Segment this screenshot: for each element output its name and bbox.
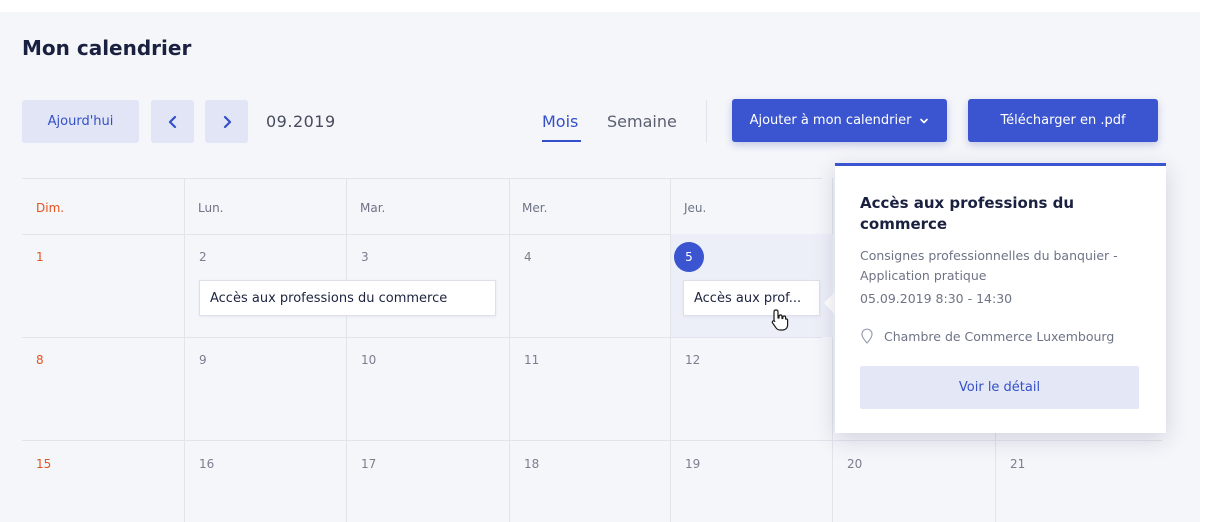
day-number[interactable]: 19 xyxy=(685,457,700,471)
day-number[interactable]: 18 xyxy=(524,457,539,471)
chevron-down-icon xyxy=(920,118,929,123)
day-number[interactable]: 12 xyxy=(685,353,700,367)
event-chip-truncated[interactable]: Accès aux prof... xyxy=(683,280,820,316)
day-number[interactable]: 20 xyxy=(847,457,862,471)
download-pdf-button[interactable]: Télécharger en .pdf xyxy=(968,99,1158,142)
grid-line xyxy=(22,178,822,179)
day-number[interactable]: 8 xyxy=(36,353,44,367)
hand-pointer-icon xyxy=(771,309,789,331)
popover-datetime: 05.09.2019 8:30 - 14:30 xyxy=(860,291,1013,306)
location-pin-icon xyxy=(861,328,873,344)
event-chip[interactable]: Accès aux professions du commerce xyxy=(199,280,496,316)
grid-column-line xyxy=(670,178,671,522)
popover-location: Chambre de Commerce Luxembourg xyxy=(860,328,1114,344)
day-number[interactable]: 21 xyxy=(1010,457,1025,471)
day-number[interactable]: 17 xyxy=(361,457,376,471)
grid-column-line xyxy=(832,178,833,522)
add-to-calendar-label: Ajouter à mon calendrier xyxy=(749,113,912,128)
add-to-calendar-button[interactable]: Ajouter à mon calendrier xyxy=(732,99,947,142)
day-number[interactable]: 2 xyxy=(199,250,207,264)
today-button[interactable]: Ajourd'hui xyxy=(22,100,139,143)
day-number[interactable]: 1 xyxy=(36,250,44,264)
prev-month-button[interactable] xyxy=(151,100,194,143)
day-number[interactable]: 11 xyxy=(524,353,539,367)
tab-week[interactable]: Semaine xyxy=(607,112,677,131)
grid-line xyxy=(22,337,822,338)
next-month-button[interactable] xyxy=(205,100,248,143)
dayname-sunday: Dim. xyxy=(36,201,65,215)
popover-subtitle: Consignes professionnelles du banquier -… xyxy=(860,248,1118,283)
event-popover: Accès aux professions du commerce Consig… xyxy=(835,163,1166,433)
active-tab-indicator xyxy=(542,140,581,142)
day-number[interactable]: 4 xyxy=(524,250,532,264)
chevron-right-icon xyxy=(223,115,231,128)
current-month-label: 09.2019 xyxy=(266,112,336,131)
dayname-monday: Lun. xyxy=(198,201,224,215)
toolbar-divider xyxy=(706,100,707,143)
day-number[interactable]: 9 xyxy=(199,353,207,367)
day-number[interactable]: 3 xyxy=(361,250,369,264)
day-number[interactable]: 10 xyxy=(361,353,376,367)
grid-column-line xyxy=(509,178,510,522)
popover-caret xyxy=(824,292,835,314)
today-badge[interactable]: 5 xyxy=(674,242,704,272)
dayname-tuesday: Mar. xyxy=(360,201,386,215)
dayname-thursday: Jeu. xyxy=(684,201,707,215)
chevron-left-icon xyxy=(168,115,176,128)
grid-column-line xyxy=(184,178,185,522)
grid-line xyxy=(22,440,1162,441)
view-detail-button[interactable]: Voir le détail xyxy=(860,366,1139,409)
popover-title: Accès aux professions du commerce xyxy=(860,194,1075,233)
page-title: Mon calendrier xyxy=(22,36,192,60)
popover-location-text: Chambre de Commerce Luxembourg xyxy=(884,328,1115,344)
grid-column-line xyxy=(346,178,347,522)
tab-month[interactable]: Mois xyxy=(542,112,578,131)
dayname-wednesday: Mer. xyxy=(522,201,548,215)
day-number[interactable]: 16 xyxy=(199,457,214,471)
day-number[interactable]: 15 xyxy=(36,457,51,471)
